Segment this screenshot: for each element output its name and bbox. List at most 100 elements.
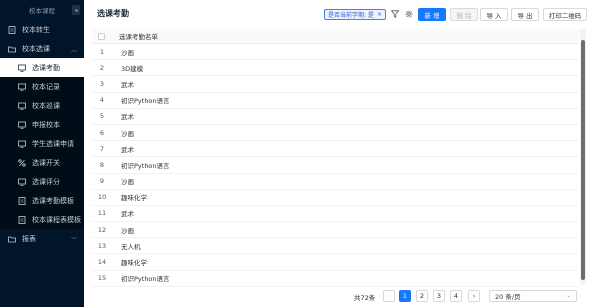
sidebar-item-xiaoben-xunke[interactable]: 校本巡课: [0, 96, 84, 115]
row-index: 15: [97, 274, 107, 283]
collapse-sidebar-button[interactable]: ◂: [72, 5, 80, 15]
page-button-3[interactable]: 3: [433, 290, 445, 302]
row-index: 14: [97, 258, 107, 267]
row-index: 5: [99, 112, 105, 121]
table-row[interactable]: 15 初识Python语言: [92, 271, 579, 287]
delete-button[interactable]: 删 除: [450, 8, 478, 21]
sidebar-item-label: 选课考勤模板: [32, 196, 74, 205]
sidebar-title: 校本课程: [29, 7, 55, 15]
row-course-name: 沙画: [121, 178, 134, 187]
pagination: 共72条 ‹ 1 2 3 4 › 20 条/页 ⌄: [84, 288, 591, 307]
print-qrcode-button[interactable]: 打印二维码: [543, 8, 587, 21]
sidebar-item-label: 选课开关: [32, 158, 60, 167]
table-header: 选课考勤名单: [92, 29, 579, 44]
export-button[interactable]: 导 出: [511, 8, 539, 21]
row-course-name: 趣味化学: [121, 259, 147, 268]
page-button-2[interactable]: 2: [416, 290, 428, 302]
folder-icon: [8, 235, 16, 243]
scrollbar-thumb[interactable]: [581, 40, 585, 280]
table-row[interactable]: 2 3D建模: [92, 60, 579, 77]
sidebar-item-xuesheng-xuanke-shenqing[interactable]: 学生选课申请: [0, 134, 84, 153]
gear-icon[interactable]: [404, 9, 413, 18]
sidebar-item-shenbao-xiaoben[interactable]: 申报校本: [0, 115, 84, 134]
sidebar-item-xuanke-kaoqin-muban[interactable]: 选课考勤模板: [0, 191, 84, 210]
sidebar-item-xuanke-kaiguan[interactable]: 选课开关: [0, 153, 84, 172]
sidebar-item-xiaoben-zhuansheng[interactable]: 校本转生: [0, 20, 84, 39]
sidebar-item-xuanke-kaoqin[interactable]: 选课考勤: [0, 58, 84, 77]
monitor-icon: [18, 121, 26, 129]
folder-icon: [8, 45, 16, 53]
row-index: 12: [97, 225, 107, 234]
total-count: 共72条: [354, 294, 376, 302]
row-index: 13: [97, 241, 107, 250]
page-size-value: 20 条/页: [495, 293, 521, 301]
row-course-name: 沙画: [121, 48, 134, 57]
import-button[interactable]: 导 入: [480, 8, 508, 21]
monitor-icon: [18, 102, 26, 110]
monitor-icon: [18, 140, 26, 148]
table-row[interactable]: 9 沙画: [92, 174, 579, 190]
sidebar-item-xiaoben-xuanke[interactable]: 校本选课 ︿: [0, 39, 84, 58]
sidebar-item-label: 校本课程表模板: [32, 215, 81, 224]
new-button[interactable]: 新 增: [418, 8, 446, 21]
sidebar-item-label: 校本记录: [32, 82, 60, 91]
sidebar-item-label: 校本选课: [22, 44, 50, 53]
row-index: 10: [97, 193, 107, 202]
page-button-1[interactable]: 1: [399, 290, 411, 302]
row-index: 1: [99, 47, 105, 56]
sidebar-item-xiaoben-kechengbiao-muban[interactable]: 校本课程表模板: [0, 210, 84, 229]
next-page-button[interactable]: ›: [468, 290, 480, 302]
sidebar-item-label: 申报校本: [32, 120, 60, 129]
column-header-name: 选课考勤名单: [119, 33, 158, 41]
prev-page-button[interactable]: ‹: [383, 290, 395, 302]
close-icon[interactable]: ×: [377, 11, 382, 18]
chevron-down-icon: ﹀: [70, 237, 77, 244]
table-row[interactable]: 11 武术: [92, 206, 579, 223]
page-button-4[interactable]: 4: [450, 290, 462, 302]
sidebar-item-label: 报表: [22, 234, 36, 243]
row-index: 7: [99, 144, 105, 153]
row-index: 3: [99, 79, 105, 88]
sidebar-item-baobiao[interactable]: 报表 ﹀: [0, 229, 84, 248]
row-course-name: 初识Python语言: [121, 97, 170, 106]
row-index: 6: [99, 128, 105, 137]
sidebar-item-xuanke-pingfen[interactable]: 选课评分: [0, 172, 84, 191]
chevron-up-icon: ︿: [70, 47, 77, 54]
table-row[interactable]: 8 初识Python语言: [92, 157, 579, 174]
table-row[interactable]: 10 趣味化学: [92, 190, 579, 206]
row-course-name: 3D建模: [121, 64, 144, 73]
row-index: 8: [99, 160, 105, 169]
toolbar: 选课考勤 是否当前学期: 是 × 新 增 删 除 导 入 导 出 打印二维码: [84, 0, 591, 27]
attendance-table: 选课考勤名单 1 沙画 2 3D建模 3 武术 4 初识Python语言 5 武术 6 沙画 7 武术 8 初…: [92, 29, 579, 287]
row-course-name: 武术: [121, 80, 134, 89]
table-row[interactable]: 13 无人机: [92, 238, 579, 255]
percent-icon: [18, 158, 26, 167]
filter-icon[interactable]: [390, 9, 399, 18]
table-row[interactable]: 7 武术: [92, 141, 579, 158]
monitor-icon: [18, 178, 26, 186]
row-course-name: 初识Python语言: [121, 161, 170, 170]
sidebar-item-label: 选课考勤: [32, 63, 60, 72]
page-size-select[interactable]: 20 条/页 ⌄: [489, 290, 577, 302]
table-row[interactable]: 3 武术: [92, 76, 579, 93]
document-icon: [8, 25, 16, 34]
table-row[interactable]: 1 沙画: [92, 44, 579, 61]
sidebar-item-label: 学生选课申请: [32, 139, 74, 148]
filter-tag[interactable]: 是否当前学期: 是 ×: [324, 9, 386, 20]
table-row[interactable]: 6 沙画: [92, 125, 579, 142]
row-course-name: 无人机: [121, 242, 141, 251]
row-course-name: 初识Python语言: [121, 275, 170, 284]
row-index: 11: [97, 209, 107, 218]
row-course-name: 沙画: [121, 129, 134, 138]
sidebar: 校本课程 ◂ 校本转生 校本选课 ︿ 选课考勤 校本记录 校本巡课 申报校本 学…: [0, 0, 84, 307]
select-all-checkbox[interactable]: [98, 32, 105, 40]
row-course-name: 趣味化学: [121, 194, 147, 203]
document-icon: [18, 215, 26, 224]
main-panel: 选课考勤 是否当前学期: 是 × 新 增 删 除 导 入 导 出 打印二维码 选…: [84, 0, 591, 307]
table-row[interactable]: 14 趣味化学: [92, 254, 579, 271]
table-row[interactable]: 4 初识Python语言: [92, 93, 579, 109]
table-row[interactable]: 12 沙画: [92, 222, 579, 239]
sidebar-item-xiaoben-jilu[interactable]: 校本记录: [0, 77, 84, 96]
sidebar-header: 校本课程 ◂: [0, 0, 84, 20]
table-row[interactable]: 5 武术: [92, 109, 579, 125]
